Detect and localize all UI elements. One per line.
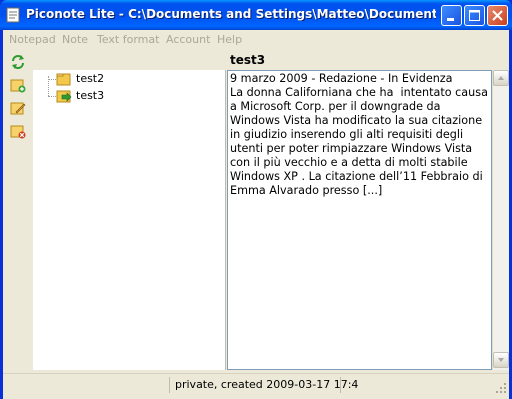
note-title: test3	[230, 53, 266, 67]
window-title: Piconote Lite - C:\Documents and Setting…	[26, 7, 436, 21]
note-text[interactable]: 9 marzo 2009 - Redazione - In Evidenza L…	[230, 72, 492, 198]
minimize-icon	[447, 18, 454, 21]
client-area: Notepad Note Text format Account Help te…	[3, 30, 509, 399]
tree-connector	[48, 79, 56, 80]
menu-note[interactable]: Note	[62, 33, 88, 46]
close-button[interactable]	[487, 5, 508, 26]
scroll-down-button[interactable]	[493, 352, 509, 368]
tree-item-label: test2	[76, 72, 105, 85]
folder-icon	[56, 73, 71, 86]
edit-note-icon[interactable]	[10, 100, 26, 116]
side-toolbar	[3, 50, 33, 370]
arrow-up-icon	[498, 76, 504, 80]
maximize-button[interactable]	[464, 5, 485, 26]
title-bar[interactable]: Piconote Lite - C:\Documents and Setting…	[0, 0, 512, 30]
notes-tree[interactable]: test2 test3	[33, 50, 226, 370]
vertical-scrollbar[interactable]	[492, 70, 509, 370]
menu-text-format[interactable]: Text format	[97, 33, 159, 46]
minimize-button[interactable]	[441, 5, 462, 26]
tree-connector	[48, 96, 56, 97]
note-editor[interactable]: 9 marzo 2009 - Redazione - In Evidenza L…	[227, 70, 492, 370]
close-icon	[492, 10, 503, 21]
menu-help[interactable]: Help	[217, 33, 242, 46]
status-bar: private, created 2009-03-17 17:4	[3, 373, 509, 396]
menu-account[interactable]: Account	[166, 33, 210, 46]
maximize-icon	[469, 10, 480, 21]
status-divider	[169, 377, 170, 393]
app-icon	[6, 7, 20, 23]
scroll-up-button[interactable]	[493, 70, 509, 86]
resize-grip-icon[interactable]	[495, 382, 507, 394]
menu-bar: Notepad Note Text format Account Help	[3, 30, 509, 50]
app-window: Piconote Lite - C:\Documents and Setting…	[0, 0, 512, 399]
status-text: private, created 2009-03-17 17:4	[175, 378, 359, 391]
folder-arrow-icon	[56, 90, 72, 103]
tree-item-label: test3	[76, 89, 105, 102]
note-panel: test3 9 marzo 2009 - Redazione - In Evid…	[227, 50, 509, 370]
delete-note-icon[interactable]	[10, 123, 26, 139]
menu-notepad[interactable]: Notepad	[9, 33, 56, 46]
refresh-icon[interactable]	[10, 54, 26, 70]
tree-header	[33, 50, 226, 70]
new-note-icon[interactable]	[10, 77, 26, 93]
arrow-down-icon	[498, 358, 504, 362]
